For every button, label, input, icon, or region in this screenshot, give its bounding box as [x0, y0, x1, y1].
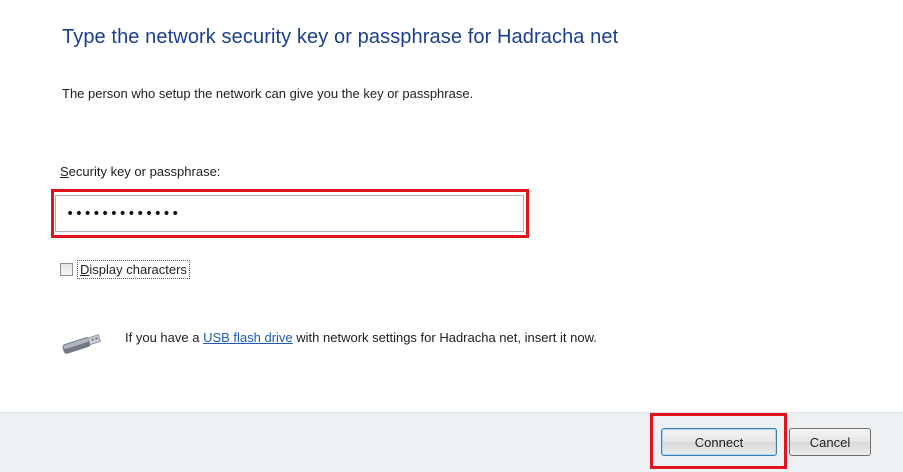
display-characters-text: isplay characters [89, 261, 187, 277]
dialog-heading: Type the network security key or passphr… [62, 26, 619, 48]
usb-hint-prefix: If you have a [125, 330, 204, 345]
network-key-dialog: Type the network security key or passphr… [0, 0, 903, 472]
display-characters-option[interactable]: Display characters [60, 258, 190, 280]
security-key-input[interactable] [55, 195, 524, 232]
display-characters-label[interactable]: Display characters [77, 259, 190, 279]
usb-hint-suffix: with network settings for Hadracha net, … [292, 330, 597, 345]
cancel-button[interactable]: Cancel [789, 428, 871, 456]
display-characters-accelerator: D [80, 261, 90, 277]
usb-flash-drive-link[interactable]: USB flash drive [203, 330, 293, 345]
display-characters-checkbox[interactable] [60, 262, 73, 276]
usb-hint: If you have a USB flash drive with netwo… [125, 330, 597, 345]
connect-highlight [650, 413, 787, 469]
security-key-label-text: ecurity key or passphrase: [68, 164, 221, 179]
security-key-label: Security key or passphrase: [60, 164, 220, 179]
dialog-instruction: The person who setup the network can giv… [62, 86, 474, 101]
usb-drive-icon [62, 334, 101, 354]
security-key-label-accelerator: S [60, 164, 69, 179]
